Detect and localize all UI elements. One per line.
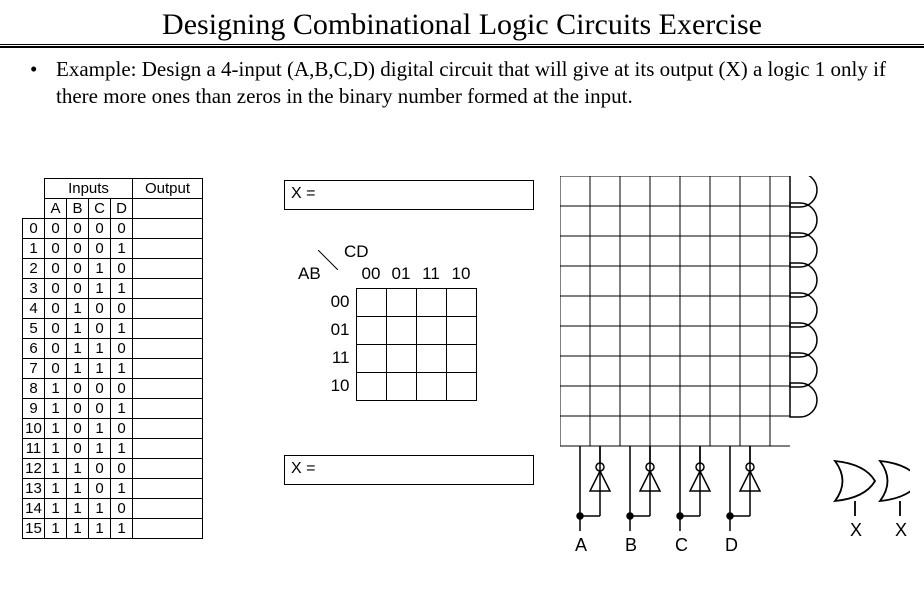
expression-box-2: X = <box>284 455 534 485</box>
table-row: 70111 <box>23 359 203 379</box>
output-label: X <box>850 520 862 540</box>
kmap-cd-label: CD <box>344 242 369 262</box>
input-label: D <box>725 535 738 555</box>
example-bullet: • Example: Design a 4-input (A,B,C,D) di… <box>0 56 924 111</box>
bullet-dot: • <box>30 56 56 111</box>
table-row: 60110 <box>23 339 203 359</box>
circuit-diagram: ABCD XX <box>560 176 910 576</box>
table-row: 81000 <box>23 379 203 399</box>
expression-label-2: X = <box>291 460 315 477</box>
or-gate-2 <box>880 461 910 516</box>
table-row: 101010 <box>23 419 203 439</box>
kmap-diagonal-icon <box>318 250 338 270</box>
or-gate-1 <box>835 461 875 516</box>
table-row: 91001 <box>23 399 203 419</box>
table-row: 50101 <box>23 319 203 339</box>
and-gate-bank <box>790 176 817 417</box>
table-row: 151111 <box>23 519 203 539</box>
page-title: Designing Combinational Logic Circuits E… <box>0 8 924 42</box>
expression-box-1: X = <box>284 180 534 210</box>
example-text: Example: Design a 4-input (A,B,C,D) digi… <box>56 56 894 111</box>
table-row: 131101 <box>23 479 203 499</box>
input-label: A <box>575 535 587 555</box>
title-underline <box>0 44 924 48</box>
input-rails <box>577 446 760 531</box>
table-row: 30011 <box>23 279 203 299</box>
input-label: B <box>625 535 637 555</box>
truth-table: InputsOutputABCD000001000120010300114010… <box>22 178 203 539</box>
table-row: 20010 <box>23 259 203 279</box>
table-row: 10001 <box>23 239 203 259</box>
kmap: CD AB 0001111000011110 <box>326 260 477 401</box>
input-label: C <box>675 535 688 555</box>
output-label: X <box>895 520 907 540</box>
table-row: 111011 <box>23 439 203 459</box>
table-row: 00000 <box>23 219 203 239</box>
table-row: 141110 <box>23 499 203 519</box>
expression-label-1: X = <box>291 185 315 202</box>
table-row: 121100 <box>23 459 203 479</box>
table-row: 40100 <box>23 299 203 319</box>
